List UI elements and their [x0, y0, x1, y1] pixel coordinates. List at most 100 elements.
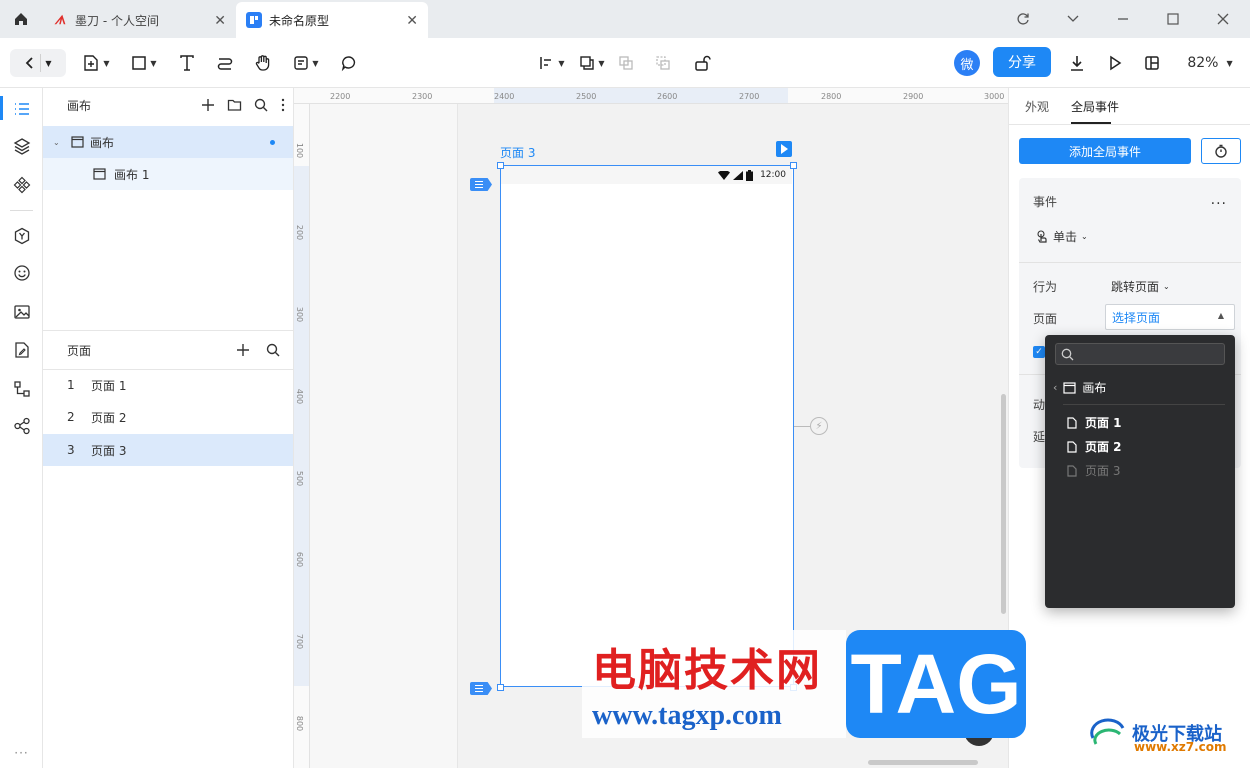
group-label: 画布 — [1082, 381, 1107, 395]
page-row-selected[interactable]: 3 页面 3 — [43, 434, 293, 466]
more-icon[interactable]: ··· — [1211, 196, 1227, 212]
resize-handle[interactable] — [497, 684, 504, 691]
checkbox[interactable]: ✓ — [1033, 346, 1045, 358]
page-row[interactable]: 2 页面 2 — [43, 401, 293, 433]
layers-icon[interactable] — [0, 131, 43, 161]
tab-global-events[interactable]: 全局事件 — [1071, 88, 1119, 124]
tree-item-canvas-1[interactable]: 画布 1 — [43, 158, 293, 190]
trigger-select[interactable]: 单击 ⌄ — [1035, 228, 1088, 245]
more-vertical-icon[interactable] — [280, 98, 286, 112]
dropdown-item[interactable]: 页面 2 — [1067, 438, 1122, 455]
layers-title: 画布 — [67, 98, 92, 113]
page-marker-icon[interactable] — [470, 682, 492, 695]
ruler-label: 2900 — [903, 92, 924, 101]
add-component-button[interactable]: ▼ — [78, 49, 114, 77]
design-draft-icon[interactable] — [0, 335, 43, 365]
search-icon[interactable] — [254, 98, 268, 112]
canvas-area — [310, 104, 458, 768]
text-icon — [180, 55, 194, 71]
signal-icon — [733, 170, 744, 180]
zoom-select[interactable]: 82% ▼ — [1182, 49, 1238, 77]
more-icon[interactable]: ··· — [0, 746, 43, 760]
frame-label[interactable]: 页面 3 — [500, 144, 535, 161]
ruler-label: 2500 — [576, 92, 597, 101]
chevron-down-icon[interactable]: ⌄ — [43, 138, 65, 147]
resize-handle[interactable] — [497, 162, 504, 169]
action-select[interactable]: 跳转页面 ⌄ — [1111, 278, 1170, 295]
hand-tool-button[interactable] — [250, 49, 276, 77]
note-tool-button[interactable]: ▼ — [288, 49, 324, 77]
close-icon[interactable]: ✕ — [406, 13, 418, 29]
animation-label: 动 — [1033, 398, 1046, 412]
ungroup-icon — [656, 56, 670, 70]
tab-appearance[interactable]: 外观 — [1025, 88, 1049, 124]
close-icon[interactable]: ✕ — [214, 13, 226, 29]
add-global-event-button[interactable]: 添加全局事件 — [1019, 138, 1191, 164]
popover-search-input[interactable] — [1055, 343, 1225, 365]
interaction-bolt-icon[interactable]: ⚡ — [810, 417, 828, 435]
play-icon[interactable] — [776, 141, 792, 157]
page-index: 3 — [67, 443, 75, 457]
maximize-icon[interactable] — [1148, 0, 1198, 38]
zoom-value: 82% — [1187, 55, 1219, 71]
layout-button[interactable] — [1140, 49, 1164, 77]
popover-group[interactable]: ‹ 画布 — [1053, 379, 1106, 396]
minimize-icon[interactable] — [1098, 0, 1148, 38]
flow-icon[interactable] — [0, 374, 43, 404]
connector-tool-button[interactable] — [212, 49, 238, 77]
connector-icon — [217, 58, 233, 70]
align-button[interactable]: ▼ — [534, 49, 570, 77]
group-button[interactable] — [614, 49, 638, 77]
add-icon[interactable] — [201, 98, 215, 112]
chevron-left-icon[interactable]: ‹ — [1053, 381, 1057, 394]
text-tool-button[interactable] — [174, 49, 200, 77]
ruler-label: 3000 — [984, 92, 1005, 101]
chevron-down-icon: ▼ — [598, 58, 605, 68]
back-menu-button[interactable]: ▼ — [10, 49, 66, 77]
browser-tab-workspace[interactable]: ᗑ 墨刀 - 个人空间 ✕ — [42, 2, 236, 38]
download-button[interactable] — [1065, 49, 1089, 77]
folder-icon[interactable] — [227, 98, 242, 112]
lock-button[interactable] — [691, 49, 715, 77]
ruler-label: 2400 — [494, 92, 515, 101]
emoji-icon[interactable] — [0, 258, 43, 288]
vertical-scrollbar[interactable] — [1001, 394, 1006, 614]
resize-handle[interactable] — [790, 162, 797, 169]
page-row[interactable]: 1 页面 1 — [43, 369, 293, 401]
dropdown-item[interactable]: 页面 1 — [1067, 414, 1122, 431]
page-marker-icon[interactable] — [470, 178, 492, 191]
battery-icon — [746, 169, 754, 181]
comment-tool-button[interactable] — [336, 49, 362, 77]
home-icon[interactable] — [0, 0, 42, 38]
components-icon[interactable] — [0, 170, 43, 200]
refresh-icon[interactable] — [998, 0, 1048, 38]
page-select-dropdown[interactable]: 选择页面 ▲ — [1105, 304, 1235, 330]
chevron-down-icon: ▼ — [103, 58, 110, 68]
browser-tab-prototype[interactable]: 未命名原型 ✕ — [236, 2, 428, 38]
avatar[interactable]: 微 — [954, 50, 980, 76]
horizontal-scrollbar[interactable] — [868, 760, 978, 765]
page-frame[interactable]: 12:00 — [500, 165, 794, 687]
window-close-icon[interactable] — [1198, 0, 1248, 38]
share-button[interactable]: 分享 — [993, 47, 1051, 77]
image-icon[interactable] — [0, 297, 43, 327]
tree-item-canvas[interactable]: ⌄ 画布 — [43, 126, 293, 158]
arrange-button[interactable]: ▼ — [574, 49, 610, 77]
add-page-icon[interactable] — [236, 343, 250, 357]
shape-tool-button[interactable]: ▼ — [126, 49, 162, 77]
search-icon[interactable] — [266, 343, 280, 357]
mind-map-icon[interactable] — [0, 411, 43, 441]
page-label: 页面 2 — [91, 410, 127, 425]
caret-down-icon[interactable]: ▼ — [45, 59, 51, 68]
outline-icon[interactable] — [0, 94, 43, 124]
timer-button[interactable] — [1201, 138, 1241, 164]
back-arrow-icon[interactable] — [24, 56, 36, 70]
ruler-label: 100 — [295, 142, 305, 159]
preview-button[interactable] — [1103, 49, 1127, 77]
file-icon — [1067, 440, 1077, 453]
ruler-label: 2200 — [330, 92, 351, 101]
ungroup-button[interactable] — [651, 49, 675, 77]
chevron-down-icon[interactable] — [1048, 0, 1098, 38]
asset-icon[interactable] — [0, 221, 43, 251]
pages-title: 页面 — [67, 343, 92, 358]
